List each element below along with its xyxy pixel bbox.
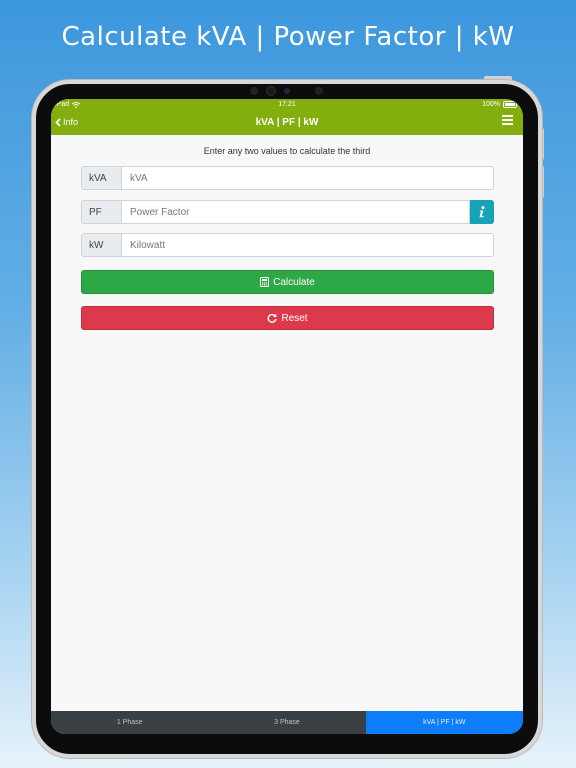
power-factor-input[interactable] [121, 200, 470, 224]
kva-label: kVA [81, 166, 121, 190]
tab-1-phase[interactable]: 1 Phase [51, 711, 208, 734]
kva-input-group: kVA [81, 166, 494, 190]
status-right: 100% [482, 101, 517, 108]
kilowatt-input[interactable] [121, 233, 494, 257]
promo-title: Calculate kVA | Power Factor | kW [61, 22, 515, 52]
page-title: kVA | PF | kW [255, 117, 319, 128]
app-header: iPad 17:21 100% Info kVA | PF | kW [51, 99, 523, 135]
calculator-icon [260, 277, 270, 287]
reset-label: Reset [281, 312, 308, 324]
device-sensor [250, 87, 258, 95]
calculate-label: Calculate [273, 276, 315, 288]
pf-input-group: PF [81, 200, 494, 224]
kva-input[interactable] [121, 166, 494, 190]
info-button[interactable] [470, 200, 494, 224]
battery-percent: 100% [482, 101, 500, 108]
device-camera [266, 86, 276, 96]
hamburger-menu-icon[interactable] [502, 115, 513, 126]
instruction-text: Enter any two values to calculate the th… [203, 146, 371, 156]
device-camera-lens [284, 88, 290, 94]
status-bar: iPad 17:21 100% [51, 99, 523, 111]
status-time: 17:21 [278, 101, 296, 108]
battery-icon [503, 101, 517, 108]
info-icon [479, 206, 485, 218]
tab-kva-pf-kw[interactable]: kVA | PF | kW [365, 711, 523, 734]
refresh-icon [268, 313, 277, 323]
bottom-tab-bar: 1 Phase 3 Phase kVA | PF | kW [51, 711, 523, 734]
device-sensor [315, 87, 323, 95]
app-screen: iPad 17:21 100% Info kVA | PF | kW Enter… [51, 99, 523, 734]
pf-label: PF [81, 200, 121, 224]
calculate-button[interactable]: Calculate [81, 270, 494, 294]
kw-input-group: kW [81, 233, 494, 257]
reset-button[interactable]: Reset [81, 306, 494, 330]
tab-3-phase[interactable]: 3 Phase [208, 711, 365, 734]
kw-label: kW [81, 233, 121, 257]
